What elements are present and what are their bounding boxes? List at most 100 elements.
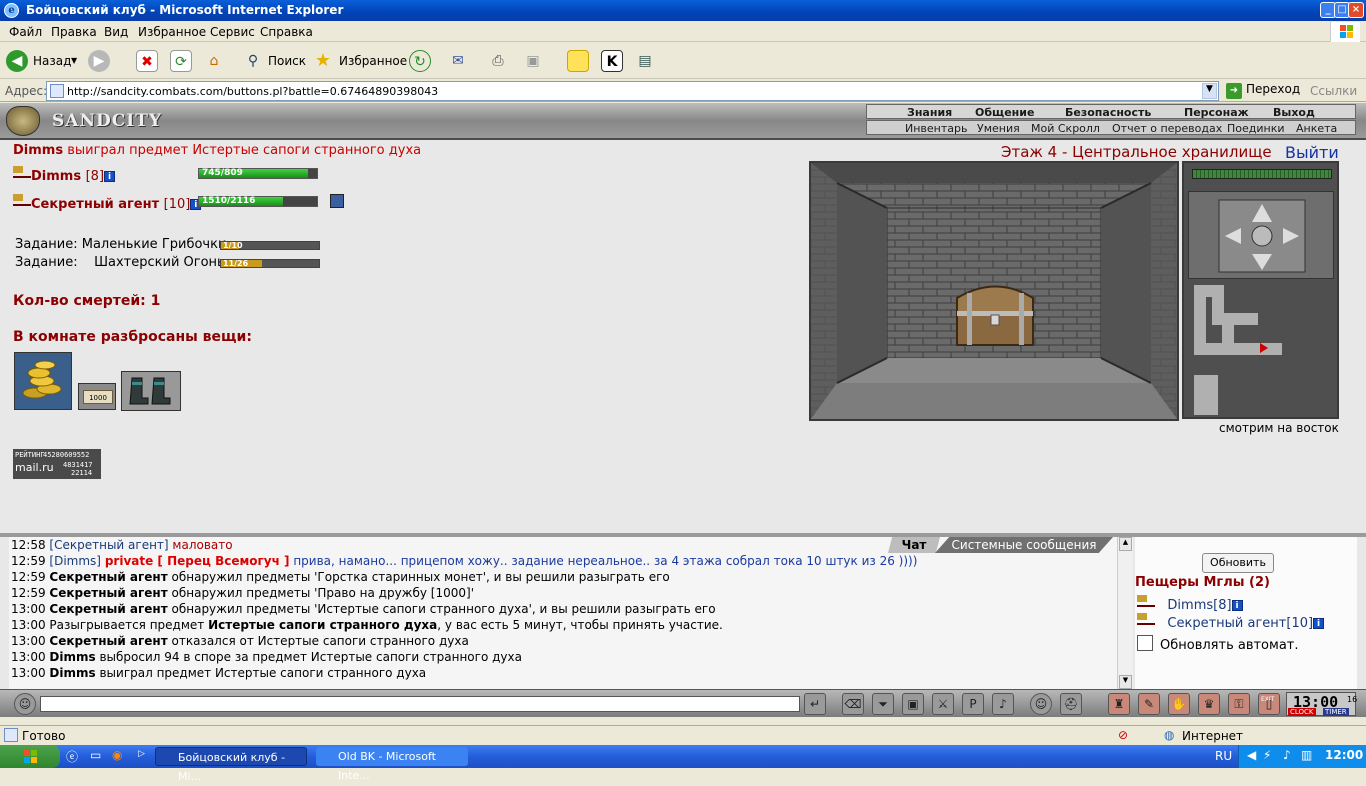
blocked-icon[interactable]: ⊘: [1118, 728, 1128, 742]
history-icon[interactable]: ↻: [409, 50, 431, 72]
chat-sender[interactable]: Секретный агент: [49, 570, 167, 584]
k-icon[interactable]: K: [601, 50, 623, 72]
nav-fights[interactable]: Поединки: [1227, 122, 1285, 135]
search-icon[interactable]: ⚲: [242, 50, 264, 72]
menu-tools[interactable]: Сервис: [210, 25, 255, 39]
edit-icon[interactable]: ▣: [522, 50, 544, 72]
tray-clock[interactable]: 12:00: [1325, 748, 1363, 762]
menu-file[interactable]: Файл: [9, 25, 42, 39]
online-user-name[interactable]: Dimms: [1167, 598, 1213, 613]
fighter-icon[interactable]: ⚔: [932, 693, 954, 715]
chat-sender[interactable]: Dimms: [49, 650, 95, 664]
filter-icon[interactable]: ⏷: [872, 693, 894, 715]
goblet-icon[interactable]: ♛: [1198, 693, 1220, 715]
refresh-icon[interactable]: ⟳: [170, 50, 192, 72]
info-icon[interactable]: i: [1231, 600, 1243, 611]
auto-refresh-checkbox[interactable]: [1137, 635, 1153, 651]
chat-sender[interactable]: Dimms: [49, 666, 95, 680]
quicklaunch-desktop-icon[interactable]: ▭: [90, 748, 101, 762]
pl-icon[interactable]: P: [962, 693, 984, 715]
language-indicator[interactable]: RU: [1215, 749, 1232, 763]
bag-icon[interactable]: ♜: [1108, 693, 1130, 715]
coins-item[interactable]: [14, 352, 72, 410]
stop-icon[interactable]: ✖: [136, 50, 158, 72]
online-user-name[interactable]: Секретный агент: [1167, 616, 1286, 631]
menu-edit[interactable]: Правка: [51, 25, 97, 39]
tab-chat[interactable]: Чат: [888, 537, 940, 553]
address-input[interactable]: http://sandcity.combats.com/buttons.pl?b…: [46, 81, 1219, 101]
chat-sender[interactable]: [Dimms]: [49, 554, 101, 568]
clan-badge-icon[interactable]: [330, 194, 344, 208]
nav-character[interactable]: Персонаж: [1184, 106, 1249, 119]
address-dropdown-icon[interactable]: ▼: [1202, 83, 1217, 99]
nav-knowledge[interactable]: Знания: [907, 106, 952, 119]
menu-favorites[interactable]: Избранное: [138, 25, 206, 39]
player-name[interactable]: Секретный агент: [31, 197, 159, 212]
back-button[interactable]: Назад: [33, 54, 71, 68]
clock-label[interactable]: CLOCK: [1288, 708, 1316, 716]
tray-sound-icon[interactable]: ♪: [1283, 748, 1291, 762]
menu-help[interactable]: Справка: [260, 25, 313, 39]
timer-label[interactable]: TIMER: [1323, 708, 1349, 716]
search-button[interactable]: Поиск: [268, 54, 306, 68]
quicklaunch-ie-icon[interactable]: ⓔ: [66, 748, 78, 765]
quicklaunch-firefox-icon[interactable]: ◉: [112, 748, 122, 762]
info-icon[interactable]: i: [1313, 618, 1325, 629]
print-icon[interactable]: ⎙: [487, 50, 509, 72]
lock-icon[interactable]: ⚿: [1228, 693, 1250, 715]
back-dropdown-icon[interactable]: ▼: [71, 56, 77, 65]
pen-icon[interactable]: ✎: [1138, 693, 1160, 715]
chat-sender[interactable]: Секретный агент: [49, 586, 167, 600]
exit-link[interactable]: Выйти: [1285, 143, 1339, 162]
close-button[interactable]: ×: [1348, 2, 1364, 18]
save-icon[interactable]: ▣: [902, 693, 924, 715]
start-button[interactable]: [0, 745, 60, 768]
info-icon[interactable]: i: [104, 171, 116, 182]
tab-system-messages[interactable]: Системные сообщения: [935, 537, 1113, 553]
exit-door-icon[interactable]: EXIT ▯: [1258, 693, 1280, 715]
note-icon[interactable]: [567, 50, 589, 72]
eraser-icon[interactable]: ⌫: [842, 693, 864, 715]
mail-icon[interactable]: ✉: [447, 50, 469, 72]
smile-icon[interactable]: ☺: [1030, 693, 1052, 715]
chat-input[interactable]: [40, 696, 800, 712]
links-label[interactable]: Ссылки: [1310, 84, 1357, 98]
nav-my-scroll[interactable]: Мой Скролл: [1031, 122, 1100, 135]
tray-arrow-icon[interactable]: ◀: [1247, 748, 1256, 762]
taskbar-item-bk[interactable]: Бойцовский клуб - Mi...: [155, 747, 307, 783]
scroll-up-icon[interactable]: ▲: [1119, 537, 1132, 551]
nav-communication[interactable]: Общение: [975, 106, 1034, 119]
nav-exit[interactable]: Выход: [1273, 106, 1315, 119]
helmet-icon[interactable]: ⛑: [1060, 693, 1082, 715]
home-icon[interactable]: ⌂: [203, 50, 225, 72]
chat-private-tag[interactable]: private [ Перец Всемогуч ]: [105, 554, 290, 568]
menu-view[interactable]: Вид: [104, 25, 128, 39]
scroll-item[interactable]: 1000: [78, 383, 116, 410]
chat-sender[interactable]: Секретный агент: [49, 634, 167, 648]
chat-sender[interactable]: [Секретный агент]: [49, 538, 168, 552]
tray-network-icon[interactable]: ⚡: [1263, 748, 1271, 762]
forward-arrow-icon[interactable]: ▶: [88, 50, 110, 72]
nav-profile[interactable]: Анкета: [1296, 122, 1337, 135]
quicklaunch-more-icon[interactable]: ▷: [138, 749, 145, 759]
favorites-star-icon[interactable]: ★: [312, 50, 334, 72]
sound-icon[interactable]: ♪: [992, 693, 1014, 715]
boots-item[interactable]: [121, 371, 181, 411]
smiley-head-icon[interactable]: ☺: [14, 693, 36, 715]
chat-sender[interactable]: Секретный агент: [49, 602, 167, 616]
refresh-button[interactable]: Обновить: [1202, 553, 1274, 573]
tray-monitor-icon[interactable]: ▥: [1301, 748, 1312, 762]
chat-scrollbar[interactable]: ▲ ▼: [1117, 537, 1133, 689]
scroll-down-icon[interactable]: ▼: [1119, 675, 1132, 689]
rating-counter[interactable]: РЕЙТИНГ 45280609552 mail.ru 4831417 2211…: [13, 449, 101, 479]
tool-icon[interactable]: ▤: [634, 50, 656, 72]
back-arrow-icon[interactable]: ◀: [6, 50, 28, 72]
nav-transfers[interactable]: Отчет о переводах: [1112, 122, 1222, 135]
nav-skills[interactable]: Умения: [977, 122, 1020, 135]
go-button[interactable]: ➜ Переход: [1226, 82, 1300, 100]
send-icon[interactable]: ↵: [804, 693, 826, 715]
nav-inventory[interactable]: Инвентарь: [905, 122, 967, 135]
player-name[interactable]: Dimms: [31, 169, 81, 184]
taskbar-item-oldbk[interactable]: Old BK - Microsoft Inte...: [316, 747, 468, 782]
address-url[interactable]: http://sandcity.combats.com/buttons.pl?b…: [67, 85, 438, 98]
